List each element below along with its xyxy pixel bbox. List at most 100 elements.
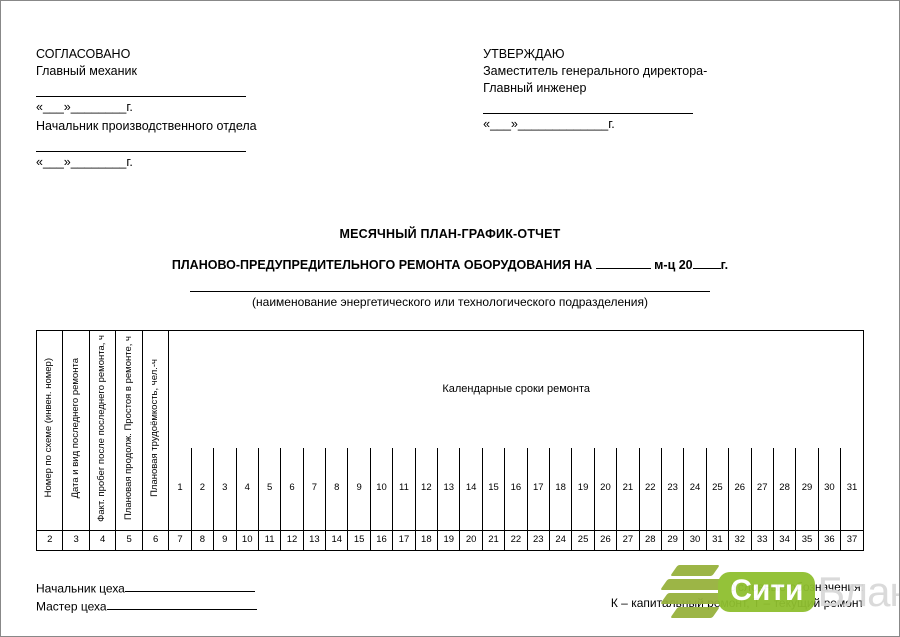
colnum-cell: 12	[281, 531, 303, 551]
signature-line	[107, 597, 257, 611]
master-label: Мастер цеха	[36, 599, 107, 613]
title-line1: МЕСЯЧНЫЙ ПЛАН-ГРАФИК-ОТЧЕТ	[36, 226, 864, 243]
day-cell: 24	[684, 448, 706, 531]
colnum-cell: 15	[348, 531, 370, 551]
colnum-cell: 17	[393, 531, 415, 551]
subdivision-caption: (наименование энергетического или технол…	[36, 294, 864, 310]
chief-line: Начальник цеха	[36, 579, 433, 597]
colnum-cell: 11	[258, 531, 280, 551]
day-cell: 19	[572, 448, 594, 531]
day-cell: 25	[706, 448, 728, 531]
colnum-cell: 25	[572, 531, 594, 551]
colnum-cell: 31	[706, 531, 728, 551]
day-cell: 1	[169, 448, 191, 531]
col-label: Номер по схеме (инвен. номер)	[42, 354, 57, 501]
legend-text: К – капитальный ремонт, Т – текущий ремо…	[467, 595, 864, 611]
colnum-cell: 6	[142, 531, 168, 551]
colnum-row: 2 3 4 5 6 7 8 9 10 11 12 13 14 15 16 17	[37, 531, 864, 551]
colnum-cell: 8	[191, 531, 213, 551]
day-cell: 13	[438, 448, 460, 531]
day-cell: 31	[841, 448, 864, 531]
signature-line	[36, 138, 246, 152]
colnum-cell: 22	[505, 531, 527, 551]
approve-role-l2: Главный инженер	[483, 80, 864, 97]
agree-role2: Начальник производственного отдела	[36, 118, 417, 135]
day-cell: 3	[214, 448, 236, 531]
day-cell: 10	[370, 448, 392, 531]
day-cell: 6	[281, 448, 303, 531]
day-cell: 4	[236, 448, 258, 531]
signature-line	[125, 579, 255, 593]
approve-heading: УТВЕРЖДАЮ	[483, 46, 864, 63]
colnum-cell: 7	[169, 531, 191, 551]
colnum-cell: 27	[617, 531, 639, 551]
colnum-cell: 16	[370, 531, 392, 551]
agree-date2: «___»________г.	[36, 154, 417, 171]
day-cell: 21	[617, 448, 639, 531]
agree-date1: «___»________г.	[36, 99, 417, 116]
master-line: Мастер цеха	[36, 597, 433, 615]
colnum-cell: 18	[415, 531, 437, 551]
col-header: Дата и вид последнего ремонта	[63, 330, 89, 530]
day-cell: 26	[729, 448, 751, 531]
colnum-cell: 4	[89, 531, 115, 551]
legend-heading: Условные обозначения:	[467, 579, 864, 595]
day-cell: 16	[505, 448, 527, 531]
title-suffix: г.	[721, 258, 728, 272]
colnum-cell: 9	[214, 531, 236, 551]
approve-role-l1: Заместитель генерального директора-	[483, 63, 864, 80]
document-page: СОГЛАСОВАНО Главный механик «___»_______…	[36, 46, 864, 601]
colnum-cell: 28	[639, 531, 661, 551]
day-cell: 17	[527, 448, 549, 531]
day-cell: 29	[796, 448, 818, 531]
footer-right: Условные обозначения: К – капитальный ре…	[467, 579, 864, 615]
approve-date: «___»_____________г.	[483, 116, 864, 133]
col-header: Номер по схеме (инвен. номер)	[37, 330, 63, 530]
blank-year	[693, 255, 721, 269]
title-prefix: ПЛАНОВО-ПРЕДУПРЕДИТЕЛЬНОГО РЕМОНТА ОБОРУ…	[172, 258, 596, 272]
colnum-cell: 19	[438, 531, 460, 551]
colnum-cell: 30	[684, 531, 706, 551]
signature-line	[483, 100, 693, 114]
footer-block: Начальник цеха Мастер цеха Условные обоз…	[36, 579, 864, 615]
subdivision-line	[190, 290, 710, 292]
colnum-cell: 2	[37, 531, 63, 551]
colnum-cell: 23	[527, 531, 549, 551]
colnum-cell: 36	[818, 531, 840, 551]
colnum-cell: 32	[729, 531, 751, 551]
schedule-table: Номер по схеме (инвен. номер) Дата и вид…	[36, 330, 864, 551]
colnum-cell: 26	[594, 531, 616, 551]
colnum-cell: 10	[236, 531, 258, 551]
colnum-cell: 21	[482, 531, 504, 551]
group-header: Календарные сроки ремонта	[169, 330, 864, 447]
agree-role1: Главный механик	[36, 63, 417, 80]
day-cell: 12	[415, 448, 437, 531]
approval-right: УТВЕРЖДАЮ Заместитель генерального дирек…	[483, 46, 864, 171]
colnum-cell: 5	[116, 531, 142, 551]
day-cell: 9	[348, 448, 370, 531]
col-label: Факт. пробег после последнего ремонта, ч	[95, 331, 110, 526]
day-cell: 22	[639, 448, 661, 531]
col-label: Плановая трудоёмкость, чел.-ч	[148, 355, 163, 501]
approval-left: СОГЛАСОВАНО Главный механик «___»_______…	[36, 46, 417, 171]
colnum-cell: 34	[773, 531, 795, 551]
colnum-cell: 29	[661, 531, 683, 551]
col-label: Плановая продолж. Простоя в ремонте, ч	[122, 332, 137, 524]
footer-left: Начальник цеха Мастер цеха	[36, 579, 433, 615]
signature-line	[36, 83, 246, 97]
day-cell: 8	[326, 448, 348, 531]
day-cell: 23	[661, 448, 683, 531]
agree-heading: СОГЛАСОВАНО	[36, 46, 417, 63]
col-header: Плановая продолж. Простоя в ремонте, ч	[116, 330, 142, 530]
day-cell: 11	[393, 448, 415, 531]
day-cell: 27	[751, 448, 773, 531]
day-cell: 28	[773, 448, 795, 531]
day-cell: 30	[818, 448, 840, 531]
day-cell: 20	[594, 448, 616, 531]
colnum-cell: 3	[63, 531, 89, 551]
colnum-cell: 20	[460, 531, 482, 551]
title-line2: ПЛАНОВО-ПРЕДУПРЕДИТЕЛЬНОГО РЕМОНТА ОБОРУ…	[36, 255, 864, 274]
col-header: Плановая трудоёмкость, чел.-ч	[142, 330, 168, 530]
day-cell: 7	[303, 448, 325, 531]
colnum-cell: 33	[751, 531, 773, 551]
